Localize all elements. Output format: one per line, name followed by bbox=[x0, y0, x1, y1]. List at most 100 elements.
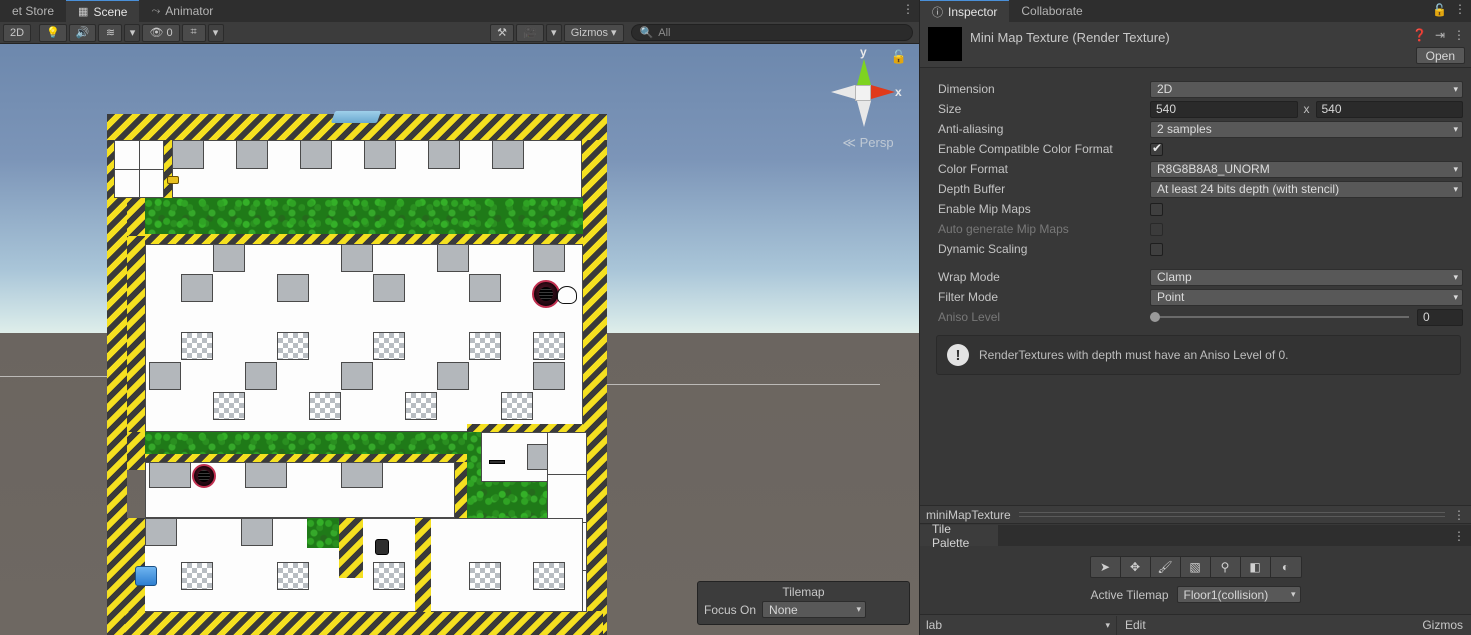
dimension-dropdown[interactable]: 2D ▾ bbox=[1150, 80, 1463, 98]
inspector-component-menu-button[interactable]: ⋮ bbox=[1453, 28, 1465, 42]
layers-dropdown-caret[interactable]: ▾ bbox=[124, 23, 141, 42]
bomb-sprite bbox=[532, 280, 560, 308]
checker-tile bbox=[501, 392, 533, 420]
tools-icon[interactable]: ⚒ bbox=[490, 23, 515, 42]
minimap-texture-label: miniMapTexture bbox=[926, 507, 1011, 522]
help-icon[interactable]: ❓ bbox=[1412, 28, 1427, 42]
lightbulb-icon[interactable]: 💡 bbox=[39, 23, 67, 42]
floor-tile-dark bbox=[533, 362, 565, 390]
tab-label: Inspector bbox=[948, 4, 998, 19]
gizmo-axis-y-cone[interactable] bbox=[857, 59, 871, 85]
gizmo-axis-x-neg-cone[interactable] bbox=[831, 85, 855, 99]
box-fill-tool[interactable]: ▧ bbox=[1180, 557, 1211, 577]
aniso-level-slider-handle bbox=[1150, 312, 1160, 322]
perspective-toggle[interactable]: ≪ Persp bbox=[827, 135, 909, 151]
property-row-auto-generate-mip-maps: Auto generate Mip Maps bbox=[920, 219, 1471, 239]
tab-label: Collaborate bbox=[1021, 4, 1083, 18]
color-format-dropdown[interactable]: R8G8B8A8_UNORM ▾ bbox=[1150, 160, 1463, 178]
scene-tab-menu-button[interactable]: ⋮ bbox=[902, 3, 914, 15]
eyedropper-tool[interactable]: ⚲ bbox=[1210, 557, 1241, 577]
gizmo-axis-y-neg-cone[interactable] bbox=[857, 101, 871, 127]
warning-text: RenderTextures with depth must have an A… bbox=[979, 348, 1289, 362]
floor-tile-dark bbox=[341, 244, 373, 272]
scene-search-input[interactable]: 🔍 All bbox=[630, 24, 914, 41]
gizmo-center-cube[interactable] bbox=[855, 85, 871, 101]
checker-tile bbox=[469, 332, 501, 360]
select-tool[interactable]: ➤ bbox=[1090, 557, 1121, 577]
palette-selector-dropdown[interactable]: lab ▾ bbox=[920, 615, 1116, 635]
perspective-prefix: ≪ bbox=[842, 135, 856, 150]
edit-button[interactable]: Edit bbox=[1116, 615, 1154, 635]
item-sprite bbox=[375, 539, 389, 555]
enable-compatible-color-format-checkbox[interactable] bbox=[1150, 141, 1163, 156]
flood-fill-tool[interactable]: ◐ bbox=[1270, 557, 1301, 577]
minimap-texture-strip[interactable]: miniMapTexture ⋮ bbox=[920, 505, 1471, 524]
chevron-down-icon: ▾ bbox=[1453, 271, 1458, 282]
gizmos-button[interactable]: Gizmos bbox=[1414, 618, 1471, 632]
wrap-mode-dropdown[interactable]: Clamp ▾ bbox=[1150, 268, 1463, 286]
floor-tile-dark bbox=[213, 244, 245, 272]
camera-icon[interactable]: 🎥 bbox=[516, 23, 544, 42]
lock-open-icon[interactable]: 🔓 bbox=[891, 49, 907, 65]
toggle-2d-button[interactable]: 2D bbox=[3, 23, 32, 42]
depth-buffer-dropdown[interactable]: At least 24 bits depth (with stencil) ▾ bbox=[1150, 180, 1463, 198]
inspector-object-header: Mini Map Texture (Render Texture) ❓ ⇥ ⋮ … bbox=[920, 22, 1471, 68]
item-sprite bbox=[167, 176, 179, 184]
eye-off-icon[interactable]: 👁 0 bbox=[142, 23, 180, 42]
tab-tile-palette[interactable]: Tile Palette bbox=[920, 522, 998, 550]
tab-animator[interactable]: ⤳ Animator bbox=[139, 0, 226, 22]
inspector-menu-button[interactable]: ⋮ bbox=[1454, 3, 1466, 15]
floor-tile-dark bbox=[364, 140, 396, 169]
focus-on-value: None bbox=[769, 602, 798, 617]
move-tool[interactable]: ✥ bbox=[1120, 557, 1151, 577]
tab-collaborate[interactable]: Collaborate bbox=[1009, 0, 1095, 22]
camera-dropdown-caret[interactable]: ▾ bbox=[545, 23, 562, 42]
texture-preview-thumbnail bbox=[928, 27, 962, 61]
hazard-tile bbox=[107, 140, 127, 635]
gizmo-axis-x-cone[interactable] bbox=[871, 85, 895, 99]
preset-icon[interactable]: ⇥ bbox=[1435, 28, 1445, 42]
chevron-down-icon: ▾ bbox=[1453, 183, 1458, 194]
filter-mode-dropdown[interactable]: Point ▾ bbox=[1150, 288, 1463, 306]
inspector-tab-bar: ⓘ Inspector Collaborate 🔓 ⋮ bbox=[920, 0, 1471, 22]
scene-viewport[interactable]: 🔓 y x ≪ Persp bbox=[0, 44, 919, 635]
page-title: Mini Map Texture (Render Texture) bbox=[970, 30, 1170, 45]
anti-aliasing-dropdown[interactable]: 2 samples ▾ bbox=[1150, 120, 1463, 138]
property-label: Size bbox=[938, 102, 962, 116]
floor-tile-dark bbox=[241, 518, 273, 546]
property-label: Auto generate Mip Maps bbox=[938, 222, 1069, 236]
grid-dropdown-caret[interactable]: ▾ bbox=[207, 23, 224, 42]
floor-tile-dark bbox=[533, 244, 565, 272]
property-label: Aniso Level bbox=[938, 310, 1001, 324]
tilemap-focus-overlay[interactable]: Tilemap Focus On None ▾ bbox=[697, 581, 910, 625]
dynamic-scaling-checkbox[interactable] bbox=[1150, 242, 1163, 256]
eraser-tool[interactable]: ◧ bbox=[1240, 557, 1271, 577]
active-tilemap-dropdown[interactable]: Floor1(collision) ▾ bbox=[1176, 586, 1301, 603]
size-height-input[interactable]: 540 bbox=[1315, 100, 1463, 118]
gizmos-dropdown[interactable]: Gizmos ▾ bbox=[563, 23, 624, 42]
size-width-input[interactable]: 540 bbox=[1150, 100, 1298, 118]
chevron-down-icon: ▾ bbox=[1290, 589, 1296, 599]
grid-snap-icon[interactable]: ⌗ bbox=[181, 23, 206, 42]
tab-inspector[interactable]: ⓘ Inspector bbox=[920, 0, 1010, 22]
tab-scene[interactable]: ▦ Scene bbox=[66, 0, 140, 22]
speaker-icon[interactable]: 🔊 bbox=[68, 23, 97, 42]
property-label: Color Format bbox=[938, 162, 1009, 176]
focus-on-dropdown[interactable]: None ▾ bbox=[762, 601, 867, 618]
active-tilemap-label: Active Tilemap bbox=[1090, 587, 1169, 602]
scene-view-gizmo[interactable]: 🔓 y x ≪ Persp bbox=[819, 45, 909, 162]
scene-toolbar: 2D 💡 🔊 ≋ ▾ 👁 0 ⌗ ▾ ⚒ 🎥 ▾ Gizmos ▾ 🔍 All bbox=[0, 22, 919, 44]
floor-tile-dark bbox=[277, 274, 309, 302]
enable-mip-maps-checkbox[interactable] bbox=[1150, 202, 1163, 216]
tilemap-level[interactable] bbox=[107, 111, 607, 635]
hazard-tile bbox=[164, 140, 172, 198]
filter-mode-value: Point bbox=[1157, 290, 1185, 304]
tab-asset-store[interactable]: et Store bbox=[0, 0, 67, 22]
layers-icon[interactable]: ≋ bbox=[98, 23, 123, 42]
open-button[interactable]: Open bbox=[1415, 47, 1465, 64]
property-row-wrap-mode: Wrap Mode Clamp ▾ bbox=[920, 267, 1471, 287]
inspector-lock-button[interactable]: 🔓 bbox=[1432, 3, 1447, 17]
tile-palette-menu-button[interactable]: ⋮ bbox=[1453, 529, 1465, 543]
paint-brush-tool[interactable]: 🖌 bbox=[1150, 557, 1181, 577]
minimap-strip-menu-button[interactable]: ⋮ bbox=[1453, 508, 1465, 522]
